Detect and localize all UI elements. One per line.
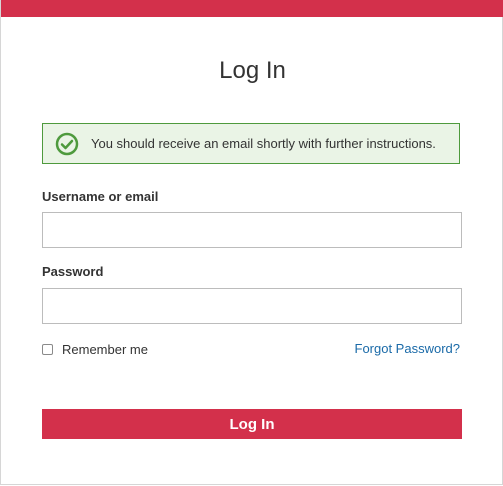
password-label: Password bbox=[42, 264, 104, 279]
login-button[interactable]: Log In bbox=[42, 409, 462, 439]
remember-me-checkbox[interactable] bbox=[42, 343, 53, 355]
remember-me-label[interactable]: Remember me bbox=[62, 342, 148, 357]
page-title: Log In bbox=[219, 57, 286, 84]
login-card: Log In You should receive an email short… bbox=[0, 0, 503, 485]
accent-top-bar bbox=[1, 0, 503, 17]
username-label: Username or email bbox=[42, 189, 159, 204]
alert-message: You should receive an email shortly with… bbox=[91, 136, 436, 151]
username-input[interactable] bbox=[42, 212, 462, 248]
remember-me-row[interactable]: Remember me bbox=[42, 341, 148, 357]
success-alert: You should receive an email shortly with… bbox=[42, 123, 460, 164]
forgot-password-link[interactable]: Forgot Password? bbox=[355, 341, 461, 357]
check-circle-icon bbox=[55, 132, 79, 155]
password-input[interactable] bbox=[42, 288, 462, 324]
